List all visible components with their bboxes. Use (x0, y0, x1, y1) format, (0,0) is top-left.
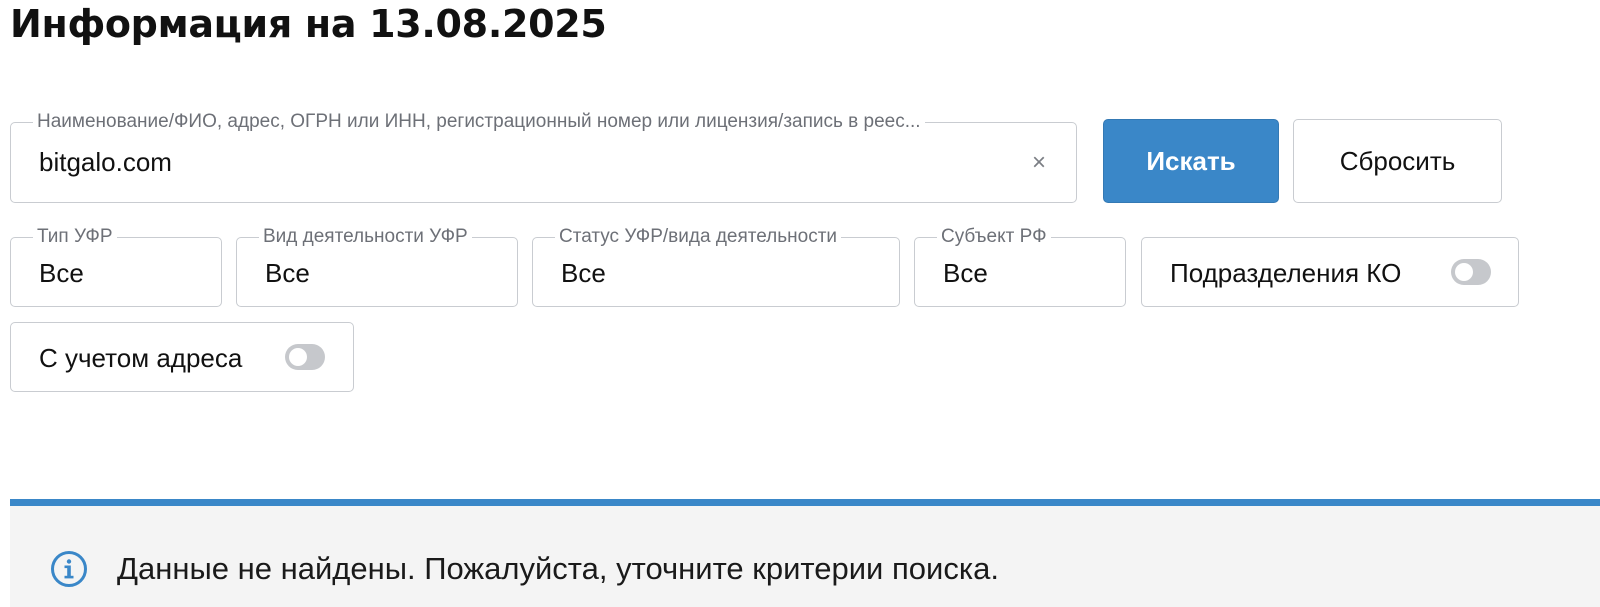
toggle-ko-divisions[interactable]: Подразделения КО (1141, 237, 1519, 307)
filter-value[interactable]: Все (561, 258, 606, 289)
filter-label: Субъект РФ (937, 226, 1051, 248)
info-icon (51, 551, 87, 587)
toggle-label: С учетом адреса (39, 343, 243, 373)
toggle-switch[interactable] (285, 344, 325, 370)
filter-label: Вид деятельности УФР (259, 226, 472, 248)
page-title: Информация на 13.08.2025 (10, 2, 607, 46)
toggle-switch[interactable] (1451, 259, 1491, 285)
toggle-label: Подразделения КО (1170, 258, 1402, 288)
toggle-knob (1455, 263, 1473, 281)
filter-label: Тип УФР (33, 226, 117, 248)
filter-label: Статус УФР/вида деятельности (555, 226, 842, 248)
reset-button[interactable]: Сбросить (1293, 119, 1502, 203)
filter-ufr-activity[interactable]: Вид деятельности УФР Все (236, 226, 518, 307)
search-field[interactable]: Наименование/ФИО, адрес, ОГРН или ИНН, р… (10, 111, 1077, 203)
no-results-notice: Данные не найдены. Пожалуйста, уточните … (10, 499, 1600, 607)
search-input[interactable]: bitgalo.com (39, 147, 172, 178)
page: Информация на 13.08.2025 Наименование/ФИ… (0, 0, 1600, 607)
toggle-knob (289, 348, 307, 366)
filter-ufr-status[interactable]: Статус УФР/вида деятельности Все (532, 226, 900, 307)
filter-region[interactable]: Субъект РФ Все (914, 226, 1126, 307)
close-icon[interactable]: × (1032, 148, 1046, 178)
search-button[interactable]: Искать (1103, 119, 1279, 203)
toggle-with-address[interactable]: С учетом адреса (10, 322, 354, 392)
filter-value[interactable]: Все (265, 258, 310, 289)
filter-value[interactable]: Все (39, 258, 84, 289)
notice-text: Данные не найдены. Пожалуйста, уточните … (117, 551, 999, 586)
filter-value[interactable]: Все (943, 258, 988, 289)
search-field-label: Наименование/ФИО, адрес, ОГРН или ИНН, р… (33, 111, 925, 133)
filter-ufr-type[interactable]: Тип УФР Все (10, 226, 222, 307)
